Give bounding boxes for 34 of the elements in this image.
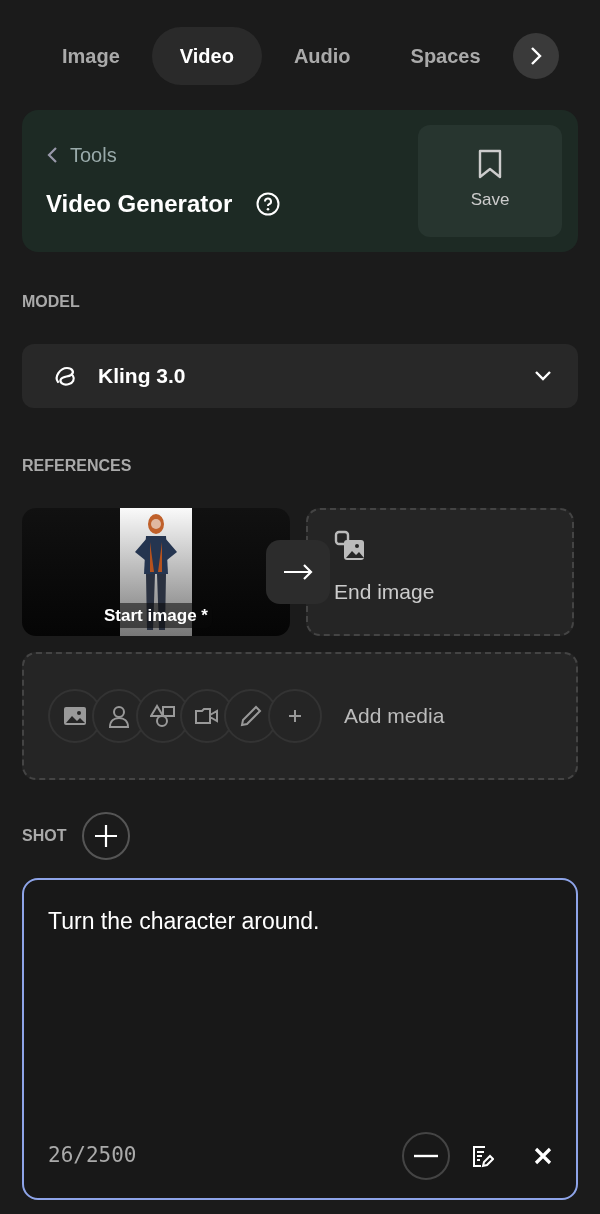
add-shot-button[interactable] [82, 812, 131, 860]
start-image-card[interactable]: Start image * [22, 508, 290, 636]
page-title: Video Generator [46, 189, 233, 219]
edit-note-icon [470, 1144, 494, 1168]
save-button[interactable]: Save [418, 125, 562, 237]
section-label: REFERENCES [22, 456, 133, 476]
character-counter: 26/2500 [48, 1142, 137, 1170]
prompt-text: Turn the character around. [48, 907, 321, 936]
plus-icon [94, 824, 119, 848]
chevron-right-icon [529, 46, 542, 66]
close-icon [534, 1147, 552, 1165]
edit-notes-button[interactable] [470, 1144, 494, 1168]
model-dropdown[interactable]: Kling 3.0 [22, 344, 578, 408]
swap-button[interactable] [266, 540, 330, 604]
tab[interactable]: Image [34, 27, 148, 85]
back-link[interactable]: Tools [46, 140, 281, 170]
tab[interactable]: Video [151, 27, 262, 85]
minus-icon [414, 1154, 438, 1158]
chevron-left-icon [46, 146, 58, 164]
image-icon [334, 530, 366, 562]
add-media-dropzone[interactable]: Add media [22, 652, 578, 780]
close-button[interactable] [534, 1147, 552, 1165]
collapse-button[interactable] [402, 1132, 450, 1180]
section-label: SHOT [22, 826, 67, 846]
arrow-right-icon [283, 564, 313, 580]
section-label: MODEL [22, 292, 81, 312]
bookmark-icon [477, 149, 503, 180]
end-image-dropzone[interactable]: End image [306, 508, 574, 636]
chevron-down-icon [534, 370, 552, 382]
tab[interactable]: Spaces [382, 27, 509, 85]
prompt-field[interactable]: Turn the character around. 26/2500 [22, 878, 578, 1200]
help-icon[interactable] [256, 192, 281, 216]
scroll-right-button[interactable] [512, 33, 559, 79]
tab[interactable]: Audio [265, 27, 379, 85]
